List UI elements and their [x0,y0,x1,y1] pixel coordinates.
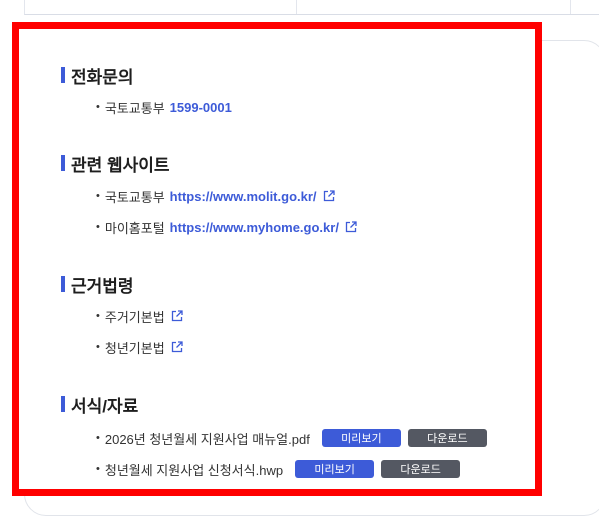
bullet: • [96,221,100,233]
law-link-housing[interactable]: 주거기본법 [105,307,165,326]
bullet: • [96,432,100,444]
list-item-phone: • 국토교통부 1599-0001 [96,97,232,117]
website-link-myhome[interactable]: https://www.myhome.go.kr/ [170,220,339,235]
item-label: 국토교통부 [104,189,165,205]
item-label: 마이홈포털 [104,220,165,236]
website-link-molit[interactable]: https://www.molit.go.kr/ [170,189,317,204]
list-item-website-myhome: • 마이홈포털 https://www.myhome.go.kr/ [96,217,357,237]
bullet: • [96,101,100,113]
file-name: 청년월세 지원사업 신청서식.hwp [104,462,284,478]
list-item-website-molit: • 국토교통부 https://www.molit.go.kr/ [96,186,335,206]
list-item-file-manual: • 2026년 청년월세 지원사업 매뉴얼.pdf 미리보기 다운로드 [96,428,487,448]
preview-button[interactable]: 미리보기 [295,460,375,478]
bullet: • [96,341,100,353]
section-marker [61,67,65,83]
download-button[interactable]: 다운로드 [381,460,461,478]
item-label: 국토교통부 [104,100,165,116]
section-title-text: 전화문의 [71,67,134,87]
download-button[interactable]: 다운로드 [407,429,487,447]
list-item-law-youth: • 청년기본법 [96,337,183,357]
preview-button[interactable]: 미리보기 [321,429,401,447]
list-item-law-housing: • 주거기본법 [96,306,183,326]
external-link-icon[interactable] [171,310,183,322]
external-link-icon[interactable] [171,341,183,353]
section-marker [61,276,65,292]
section-title-text: 서식/자료 [71,396,139,416]
section-marker [61,155,65,171]
section-title-text: 관련 웹사이트 [71,155,170,175]
law-link-youth[interactable]: 청년기본법 [105,338,165,357]
section-title-forms: 서식/자료 [61,393,139,416]
external-link-icon[interactable] [323,190,335,202]
bullet: • [96,463,100,475]
external-link-icon[interactable] [345,221,357,233]
section-marker [61,396,65,412]
bullet: • [96,310,100,322]
section-title-phone: 전화문의 [61,64,134,87]
phone-number[interactable]: 1599-0001 [170,100,232,115]
info-content: 전화문의 • 국토교통부 1599-0001 관련 웹사이트 • 국토교통부 h… [0,0,599,531]
bullet: • [96,190,100,202]
section-title-text: 근거법령 [71,276,134,296]
section-title-laws: 근거법령 [61,273,134,296]
file-name: 2026년 청년월세 지원사업 매뉴얼.pdf [104,431,310,447]
list-item-file-form: • 청년월세 지원사업 신청서식.hwp 미리보기 다운로드 [96,459,461,479]
section-title-websites: 관련 웹사이트 [61,152,170,175]
